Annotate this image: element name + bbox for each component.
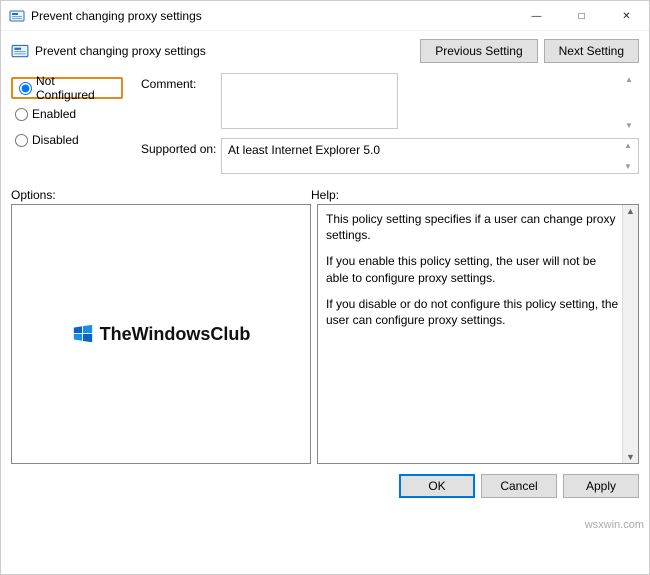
- options-panel: TheWindowsClub: [11, 204, 311, 464]
- state-radios: Not Configured Enabled Disabled: [11, 73, 141, 180]
- supported-on-box: At least Internet Explorer 5.0 ▲▼: [221, 138, 639, 174]
- title-bar: Prevent changing proxy settings — □ ✕: [1, 1, 649, 31]
- comment-input[interactable]: [221, 73, 398, 129]
- comment-label: Comment:: [141, 73, 221, 132]
- help-text-2: If you enable this policy setting, the u…: [326, 253, 620, 285]
- options-label: Options:: [11, 188, 311, 202]
- close-button[interactable]: ✕: [604, 1, 649, 31]
- supported-label: Supported on:: [141, 138, 221, 174]
- radio-disabled[interactable]: Disabled: [11, 129, 141, 151]
- help-text-1: This policy setting specifies if a user …: [326, 211, 620, 243]
- policy-title: Prevent changing proxy settings: [35, 44, 206, 58]
- footer: OK Cancel Apply: [1, 464, 649, 506]
- next-setting-button[interactable]: Next Setting: [544, 39, 639, 63]
- radio-not-configured-input[interactable]: [19, 82, 32, 95]
- section-labels: Options: Help:: [1, 184, 649, 204]
- help-scrollbar[interactable]: ▲ ▼: [622, 205, 638, 463]
- config-area: Not Configured Enabled Disabled Comment:…: [1, 67, 649, 184]
- options-watermark: TheWindowsClub: [72, 323, 251, 345]
- maximize-button[interactable]: □: [559, 1, 604, 31]
- minimize-button[interactable]: —: [514, 1, 559, 31]
- window-title: Prevent changing proxy settings: [31, 9, 514, 23]
- scroll-down-icon: ▼: [626, 451, 635, 463]
- radio-enabled-input[interactable]: [15, 108, 28, 121]
- help-label: Help:: [311, 188, 339, 202]
- policy-icon: [11, 42, 29, 60]
- apply-button[interactable]: Apply: [563, 474, 639, 498]
- supported-scroll-icon: ▲▼: [624, 141, 636, 171]
- radio-enabled[interactable]: Enabled: [11, 103, 141, 125]
- ok-button[interactable]: OK: [399, 474, 475, 498]
- radio-not-configured-label: Not Configured: [36, 74, 115, 102]
- header: Prevent changing proxy settings Previous…: [1, 31, 649, 67]
- page-watermark: wsxwin.com: [585, 519, 644, 531]
- radio-disabled-input[interactable]: [15, 134, 28, 147]
- help-panel: This policy setting specifies if a user …: [317, 204, 639, 464]
- comment-scroll-icon: ▲▼: [625, 75, 637, 130]
- windows-logo-icon: [72, 323, 94, 345]
- previous-setting-button[interactable]: Previous Setting: [420, 39, 537, 63]
- help-text-3: If you disable or do not configure this …: [326, 296, 620, 328]
- scroll-up-icon: ▲: [626, 205, 635, 217]
- panels: TheWindowsClub This policy setting speci…: [1, 204, 649, 464]
- radio-enabled-label: Enabled: [32, 107, 76, 121]
- cancel-button[interactable]: Cancel: [481, 474, 557, 498]
- app-icon: [9, 8, 25, 24]
- window-controls: — □ ✕: [514, 1, 649, 30]
- radio-not-configured[interactable]: Not Configured: [11, 77, 123, 99]
- options-brand-text: TheWindowsClub: [100, 324, 251, 345]
- radio-disabled-label: Disabled: [32, 133, 79, 147]
- supported-on-value: At least Internet Explorer 5.0: [228, 143, 380, 157]
